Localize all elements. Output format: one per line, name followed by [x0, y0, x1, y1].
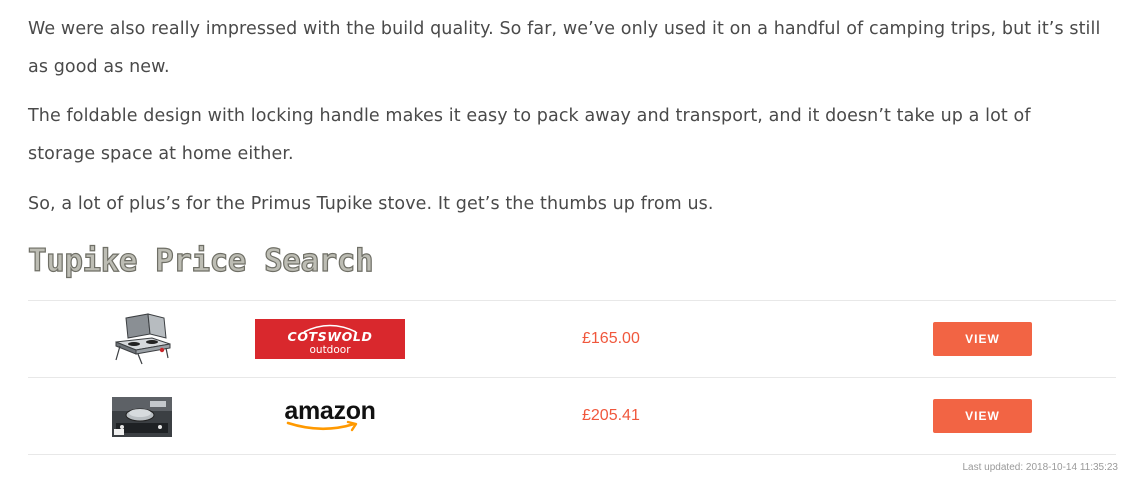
primus-tupike-stove-icon[interactable] — [112, 312, 172, 366]
article-paragraph: So, a lot of plus’s for the Primus Tupik… — [28, 194, 714, 214]
cotswold-outdoor-logo[interactable]: COTSWOLD outdoor — [255, 319, 405, 359]
price-comparison-table: COTSWOLD outdoor £165.00 VIEW amazon £20… — [28, 300, 1116, 455]
retailer-logo: amazon — [255, 396, 405, 436]
view-button[interactable]: VIEW — [933, 322, 1032, 356]
price-row: COTSWOLD outdoor £165.00 VIEW — [28, 301, 1116, 378]
retailer-logo: COTSWOLD outdoor — [255, 319, 405, 359]
stove-cooking-photo-icon[interactable] — [112, 389, 172, 443]
price-row: amazon £205.41 VIEW — [28, 378, 1116, 455]
last-updated-timestamp: Last updated: 2018-10-14 11:35:23 — [962, 462, 1119, 473]
price-search-heading: Tupike Price Search — [27, 242, 374, 279]
retailer-logo-main: COTSWOLD — [287, 329, 373, 344]
price-value: £165.00 — [582, 330, 640, 347]
retailer-logo-sub: outdoor — [309, 344, 351, 356]
article-paragraph: The foldable design with locking handle … — [28, 106, 1031, 164]
price-value: £205.41 — [582, 407, 640, 424]
article-paragraph: We were also really impressed with the b… — [28, 19, 1101, 77]
amazon-smile-icon — [286, 420, 358, 432]
amazon-logo[interactable]: amazon — [255, 396, 405, 436]
view-button[interactable]: VIEW — [933, 399, 1032, 433]
